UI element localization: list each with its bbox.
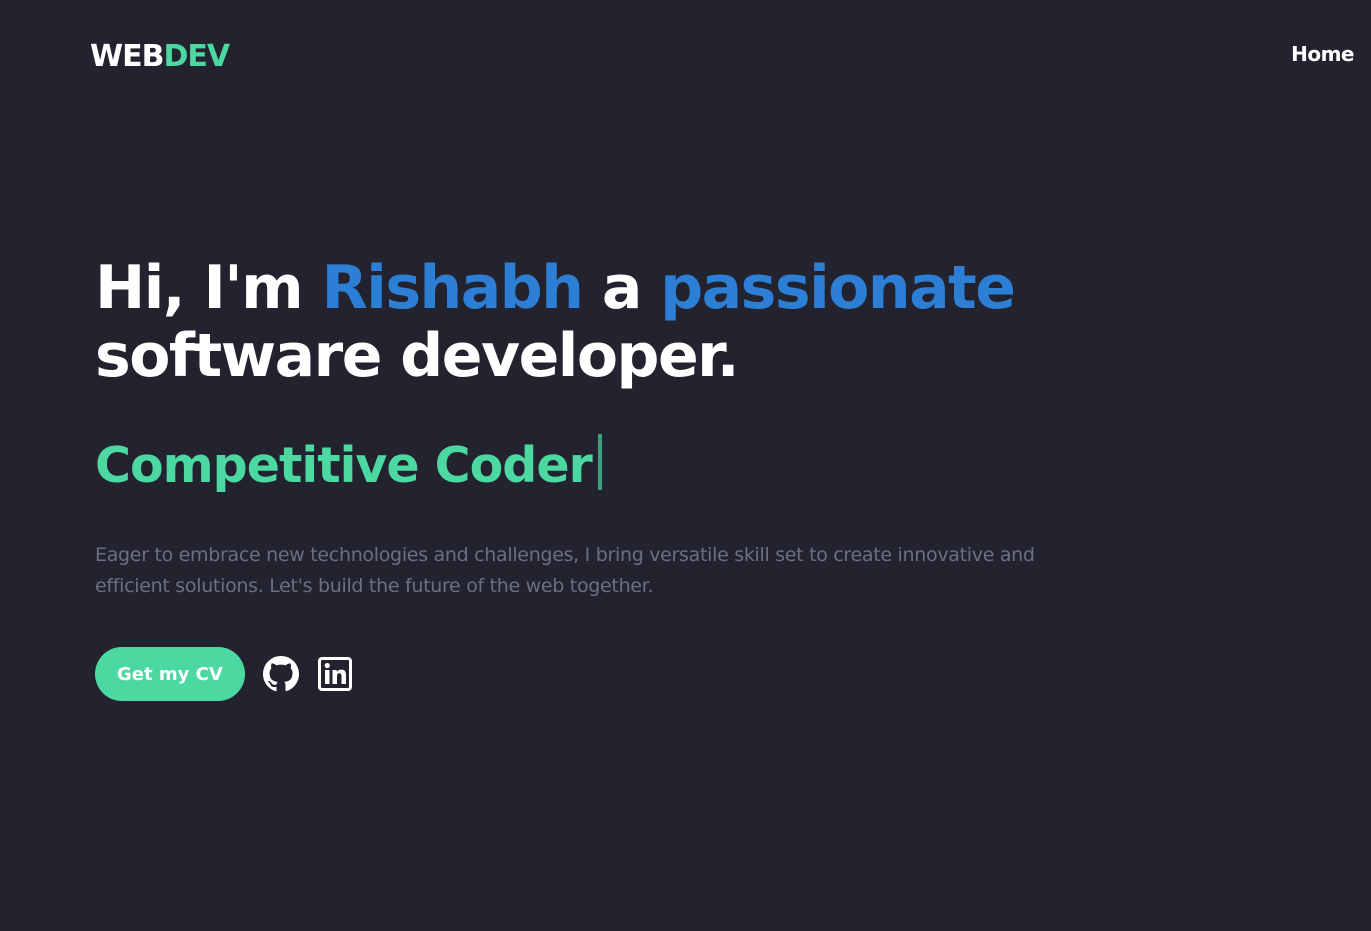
hero-description: Eager to embrace new technologies and ch… — [95, 544, 1035, 597]
role-text: Competitive Coder — [95, 437, 593, 494]
logo-web-text: WEB — [90, 39, 164, 74]
hero-title: Hi, I'm Rishabh a passionate software dev… — [95, 254, 1095, 390]
nav-home-link[interactable]: Home — [1291, 42, 1354, 66]
get-cv-button[interactable]: Get my CV — [95, 647, 245, 701]
logo-dev-text: DEV — [163, 39, 230, 74]
linkedin-icon — [317, 657, 352, 691]
hero-actions: Get my CV — [95, 647, 353, 701]
github-link[interactable] — [262, 656, 299, 692]
hero-title-name: Rishabh — [321, 253, 584, 323]
linkedin-link[interactable] — [317, 656, 353, 692]
site-logo[interactable]: WEBDEV — [90, 38, 230, 76]
hero-title-greeting: Hi, I'm — [95, 253, 322, 323]
github-icon — [262, 656, 299, 692]
hero-title-role: software developer. — [95, 321, 740, 391]
hero-title-accent: passionate — [660, 253, 1016, 323]
hero-title-connector: a — [582, 253, 661, 323]
typing-role-text: Competitive Coder — [95, 434, 602, 497]
typing-caret — [597, 434, 602, 490]
page: WEBDEV Home Hi, I'm Rishabh a passionate… — [0, 0, 1371, 931]
